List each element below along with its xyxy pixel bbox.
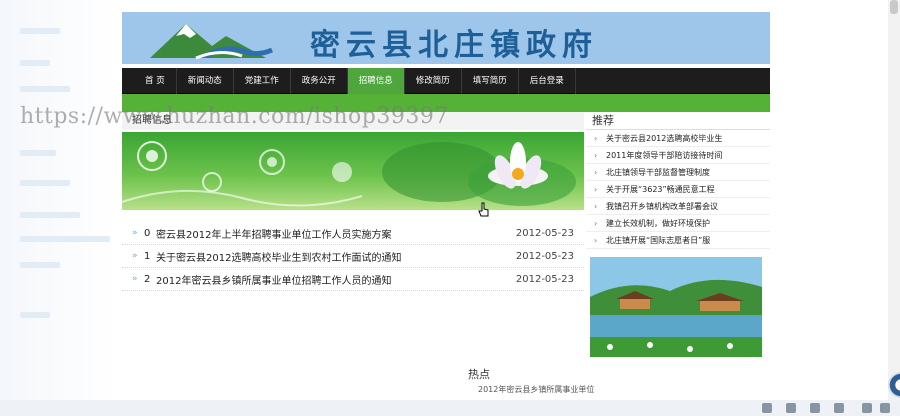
- recommend-item[interactable]: › 北庄镇领导干部监督管理制度: [586, 164, 770, 181]
- double-chevron-icon: »: [132, 228, 138, 238]
- recommend-item-label[interactable]: 北庄镇开展“国际志愿者日”服: [606, 232, 710, 248]
- news-index: 0: [144, 227, 151, 239]
- trash-icon[interactable]: [810, 403, 820, 413]
- nav-item-5[interactable]: 修改简历: [405, 68, 462, 94]
- website-page: 密云县北庄镇政府 首 页新闻动态 党建工作 政务公开 招聘信息 修改简历 填写简历 后台登录…: [122, 12, 770, 412]
- news-row[interactable]: » 0 密云县2012年上半年招聘事业单位工作人员实施方案 2012-05-23: [122, 222, 584, 245]
- arrow-right-icon: ›: [594, 185, 598, 194]
- hot-title: 热点: [468, 368, 490, 381]
- recommend-item[interactable]: › 2011年度领导干部陪访接待时间: [586, 147, 770, 164]
- main-nav: 首 页新闻动态 党建工作 政务公开 招聘信息 修改简历 填写简历 后台登录: [122, 68, 770, 94]
- recommend-item[interactable]: › 我镇召开乡镇机构改革部署会议: [586, 198, 770, 215]
- ghost-text: [20, 28, 60, 34]
- recommend-item-label[interactable]: 建立长效机制，做好环境保护: [606, 215, 710, 231]
- lotus-flower-illustration: [122, 141, 576, 207]
- nav-item-4[interactable]: 招聘信息: [347, 68, 405, 94]
- nav-item-2[interactable]: 党建工作: [234, 68, 291, 94]
- ghost-text: [20, 212, 80, 218]
- news-index: 2: [144, 273, 151, 285]
- nav-item-6[interactable]: 填写简历: [462, 68, 519, 94]
- ghost-text: [20, 150, 56, 156]
- lotus-banner-image: [122, 132, 584, 210]
- recommend-item-label[interactable]: 北庄镇领导干部监督管理制度: [606, 164, 710, 180]
- recommend-item[interactable]: › 关于开展“3623”畅通民意工程: [586, 181, 770, 198]
- news-title[interactable]: 密云县2012年上半年招聘事业单位工作人员实施方案: [156, 226, 514, 241]
- nav-item-1[interactable]: 新闻动态: [177, 68, 234, 94]
- left-background: [0, 0, 118, 416]
- arrow-right-icon: ›: [594, 134, 598, 143]
- scenery-photo: [590, 257, 762, 357]
- side-column: 推荐 › 关于密云县2012选聘高校毕业生 › 2011年度领导干部陪访接待时间 › 北庄…: [586, 112, 770, 357]
- site-title: 密云县北庄镇政府: [310, 28, 598, 63]
- news-date: 2012-05-23: [515, 250, 574, 262]
- recommend-list: › 关于密云县2012选聘高校毕业生 › 2011年度领导干部陪访接待时间 › 北庄镇领导…: [586, 130, 770, 249]
- nav-item-3[interactable]: 政务公开: [291, 68, 348, 94]
- recommend-item[interactable]: › 北庄镇开展“国际志愿者日”服: [586, 232, 770, 249]
- recommend-item-label[interactable]: 2011年度领导干部陪访接待时间: [606, 147, 722, 163]
- news-row[interactable]: » 2 2012年密云县乡镇所属事业单位招聘工作人员的通知 2012-05-23: [122, 268, 584, 291]
- ghost-text: [20, 236, 110, 242]
- arrow-right-icon: ›: [594, 151, 598, 160]
- news-title[interactable]: 2012年密云县乡镇所属事业单位招聘工作人员的通知: [156, 272, 514, 287]
- arrow-right-icon: ›: [594, 168, 598, 177]
- news-row[interactable]: » 1 关于密云县2012选聘高校毕业生到农村工作面试的通知 2012-05-23: [122, 245, 584, 268]
- recommend-item-label[interactable]: 关于密云县2012选聘高校毕业生: [606, 130, 722, 146]
- double-chevron-icon: »: [132, 274, 138, 284]
- recommend-item[interactable]: › 建立长效机制，做好环境保护: [586, 215, 770, 232]
- ghost-text: [20, 60, 50, 66]
- mountain-logo-icon: [150, 24, 273, 60]
- arrow-right-icon: ›: [594, 236, 598, 245]
- copy-icon[interactable]: [786, 403, 796, 413]
- ghost-text: [20, 86, 70, 92]
- arrow-right-icon: ›: [594, 219, 598, 228]
- news-list: » 0 密云县2012年上半年招聘事业单位工作人员实施方案 2012-05-23» 1 关…: [122, 222, 584, 291]
- site-banner: 密云县北庄镇政府: [122, 12, 770, 64]
- recommend-title: 推荐: [586, 112, 770, 130]
- double-chevron-icon: »: [132, 251, 138, 261]
- ghost-text: [20, 312, 50, 318]
- watermark-text: https://www.huzhan.com/ishop39397: [20, 104, 449, 129]
- pause-icon[interactable]: [834, 403, 844, 413]
- minimize-icon[interactable]: [862, 403, 872, 413]
- nav-item-0[interactable]: 首 页: [134, 68, 177, 94]
- pin-icon[interactable]: [762, 403, 772, 413]
- recommend-item-label[interactable]: 我镇召开乡镇机构改革部署会议: [606, 198, 718, 214]
- ghost-text: [20, 262, 60, 268]
- main-column: 招聘信息 » 0 密云县2012年上半年招聘事业单位工作人员实施方案 2012-…: [122, 112, 584, 291]
- ghost-text: [20, 180, 70, 186]
- recommend-item[interactable]: › 关于密云县2012选聘高校毕业生: [586, 130, 770, 147]
- hand-cursor-icon: [478, 202, 489, 217]
- pavilion-scenery-illustration: [590, 257, 762, 357]
- news-date: 2012-05-23: [515, 227, 574, 239]
- news-title[interactable]: 关于密云县2012选聘高校毕业生到农村工作面试的通知: [156, 249, 514, 264]
- news-index: 1: [144, 250, 151, 262]
- news-date: 2012-05-23: [515, 273, 574, 285]
- content-area: 招聘信息 » 0 密云县2012年上半年招聘事业单位工作人员实施方案 2012-…: [122, 112, 770, 412]
- scrollbar-thumb[interactable]: [890, 0, 898, 14]
- nav-item-7[interactable]: 后台登录: [519, 68, 576, 94]
- hot-item[interactable]: 2012年密云县乡镇所属事业单位: [478, 384, 594, 395]
- vertical-scrollbar[interactable]: [888, 0, 900, 416]
- arrow-right-icon: ›: [594, 202, 598, 211]
- recommend-item-label[interactable]: 关于开展“3623”畅通民意工程: [606, 181, 715, 197]
- close-icon[interactable]: [880, 403, 890, 413]
